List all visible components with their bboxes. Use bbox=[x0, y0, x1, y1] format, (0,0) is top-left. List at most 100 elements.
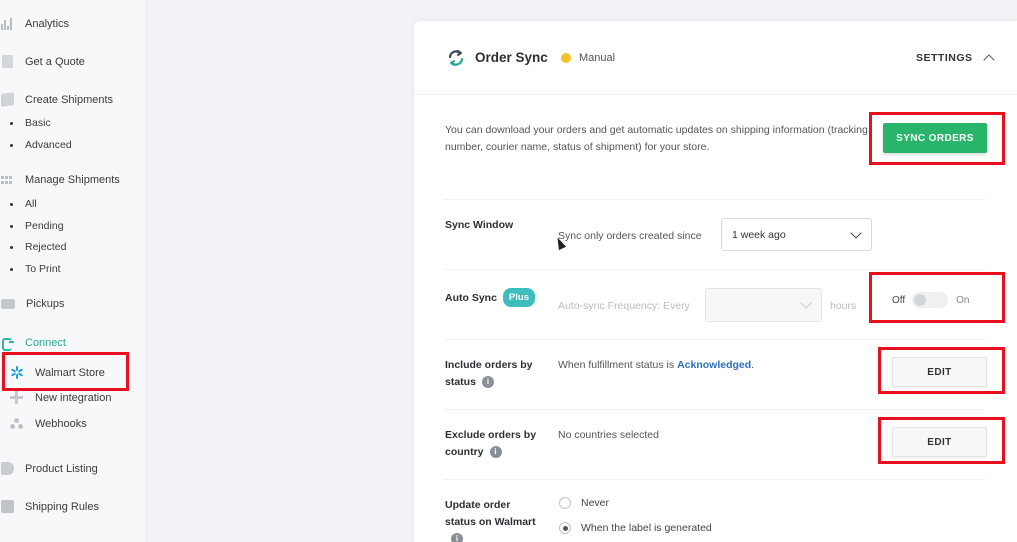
sidebar-item-analytics[interactable]: Analytics bbox=[0, 17, 69, 30]
truck-icon bbox=[1, 299, 15, 309]
highlight-box-sync-orders bbox=[869, 112, 1005, 165]
sidebar-item-label: Analytics bbox=[25, 17, 70, 30]
highlight-box-auto-sync-toggle bbox=[869, 272, 1005, 323]
sync-description: You can download your orders and get aut… bbox=[445, 124, 868, 153]
sidebar-item-label: Shipping Rules bbox=[25, 500, 99, 513]
sidebar-subitem-label: Webhooks bbox=[35, 418, 87, 430]
sidebar-subitem-basic[interactable]: Basic bbox=[10, 117, 51, 129]
bullet-icon bbox=[10, 224, 13, 228]
sidebar-subitem-label: All bbox=[25, 198, 37, 210]
fulfillment-status-link[interactable]: Acknowledged bbox=[677, 359, 751, 371]
update-order-label-line2: status on Walmart bbox=[445, 516, 536, 528]
status-badge: Manual bbox=[579, 52, 616, 64]
sidebar-subitem-to-print[interactable]: To Print bbox=[10, 263, 61, 275]
sidebar-item-connect[interactable]: Connect bbox=[0, 336, 66, 351]
sidebar-subitem-webhooks[interactable]: Webhooks bbox=[10, 418, 87, 430]
radio-label-generated-label: When the label is generated bbox=[581, 522, 712, 534]
sidebar-subitem-label: Advanced bbox=[25, 139, 72, 151]
box-icon bbox=[1, 92, 14, 107]
highlight-box-include-edit bbox=[878, 347, 1005, 394]
info-icon[interactable]: i bbox=[451, 533, 463, 542]
page-title: Order Sync bbox=[475, 50, 548, 65]
sync-window-label: Sync Window bbox=[445, 219, 514, 231]
divider bbox=[445, 339, 985, 340]
card-header: Order Sync Manual SETTINGS bbox=[414, 21, 1017, 95]
document-icon bbox=[2, 55, 13, 68]
sync-window-select[interactable]: 1 week ago bbox=[721, 218, 872, 251]
divider bbox=[445, 409, 985, 410]
sidebar-item-get-a-quote[interactable]: Get a Quote bbox=[0, 55, 85, 68]
sidebar-subitem-label: Rejected bbox=[25, 241, 67, 253]
sidebar-subitem-label: New integration bbox=[35, 391, 112, 404]
highlight-box-exclude-edit bbox=[878, 417, 1005, 464]
exclude-orders-label-line2: country bbox=[445, 446, 484, 458]
include-orders-text: When fulfillment status is Acknowledged. bbox=[558, 359, 754, 371]
sidebar-subitem-label: To Print bbox=[25, 263, 61, 275]
sync-icon bbox=[448, 50, 464, 66]
chevron-down-icon bbox=[800, 297, 812, 309]
exclude-orders-label: Exclude orders by country i bbox=[445, 427, 536, 461]
include-orders-prefix: When fulfillment status is bbox=[558, 359, 675, 371]
sidebar-item-label: Product Listing bbox=[25, 462, 98, 475]
auto-sync-unit: hours bbox=[830, 300, 857, 312]
update-order-label-line1: Update order bbox=[445, 499, 511, 511]
sidebar-subitem-label: Basic bbox=[25, 117, 51, 129]
divider bbox=[445, 269, 985, 270]
sidebar-item-product-listing[interactable]: Product Listing bbox=[0, 462, 98, 475]
radio-never[interactable]: Never bbox=[559, 497, 609, 509]
auto-sync-frequency-text: Auto-sync Frequency: Every bbox=[558, 300, 690, 312]
radio-button[interactable] bbox=[559, 522, 571, 534]
sidebar-item-label: Create Shipments bbox=[25, 93, 114, 106]
sidebar-item-pickups[interactable]: Pickups bbox=[0, 298, 65, 310]
status-dot-icon bbox=[561, 53, 571, 63]
radio-button[interactable] bbox=[559, 497, 571, 509]
webhooks-icon bbox=[10, 418, 23, 430]
sidebar-item-label: Get a Quote bbox=[25, 55, 85, 68]
rules-icon bbox=[1, 500, 14, 513]
radio-when-label-generated[interactable]: When the label is generated bbox=[559, 522, 712, 534]
chevron-down-icon bbox=[850, 227, 862, 239]
divider bbox=[445, 199, 985, 200]
sidebar-subitem-rejected[interactable]: Rejected bbox=[10, 241, 66, 253]
sidebar-item-shipping-rules[interactable]: Shipping Rules bbox=[0, 500, 99, 513]
divider bbox=[445, 479, 985, 480]
exclude-orders-text: No countries selected bbox=[558, 429, 659, 441]
tag-icon bbox=[1, 462, 14, 475]
sidebar: Analytics Get a Quote Create Shipments B… bbox=[0, 0, 147, 542]
exclude-orders-label-line1: Exclude orders by bbox=[445, 429, 537, 441]
sync-window-value: 1 week ago bbox=[732, 228, 786, 241]
include-orders-suffix: . bbox=[751, 359, 755, 371]
auto-sync-label-text: Auto Sync bbox=[445, 292, 497, 304]
bullet-icon bbox=[10, 267, 13, 271]
chevron-up-icon bbox=[982, 54, 995, 66]
sidebar-item-label: Connect bbox=[25, 336, 66, 349]
highlight-box-walmart-store bbox=[2, 352, 129, 391]
bar-chart-icon bbox=[1, 17, 14, 30]
sync-window-text: Sync only orders created since bbox=[558, 230, 702, 242]
sidebar-subitem-all[interactable]: All bbox=[10, 198, 37, 210]
include-orders-label-line2: status bbox=[445, 376, 476, 388]
auto-sync-frequency-select[interactable] bbox=[705, 288, 822, 322]
info-icon[interactable]: i bbox=[481, 376, 494, 389]
sidebar-subitem-pending[interactable]: Pending bbox=[10, 220, 64, 232]
grid-icon bbox=[1, 176, 14, 184]
plug-icon bbox=[1, 336, 14, 351]
settings-toggle-button[interactable]: SETTINGS bbox=[916, 52, 995, 66]
sidebar-item-label: Manage Shipments bbox=[25, 174, 120, 186]
sidebar-item-create-shipments[interactable]: Create Shipments bbox=[0, 92, 114, 107]
radio-never-label: Never bbox=[581, 497, 610, 509]
bullet-icon bbox=[10, 121, 13, 125]
bullet-icon bbox=[10, 202, 13, 206]
include-orders-label-line1: Include orders by bbox=[445, 359, 533, 371]
update-order-label: Update order status on Walmart i bbox=[445, 497, 536, 542]
sidebar-item-manage-shipments[interactable]: Manage Shipments bbox=[0, 174, 120, 186]
info-icon[interactable]: i bbox=[489, 446, 502, 459]
sidebar-subitem-label: Pending bbox=[25, 220, 64, 232]
bullet-icon bbox=[10, 245, 13, 249]
plus-icon bbox=[10, 391, 23, 404]
sidebar-subitem-new-integration[interactable]: New integration bbox=[10, 391, 111, 404]
include-orders-label: Include orders by status i bbox=[445, 357, 533, 391]
auto-sync-label: Auto Sync Plus bbox=[445, 288, 535, 307]
sidebar-item-label: Pickups bbox=[26, 298, 65, 310]
sidebar-subitem-advanced[interactable]: Advanced bbox=[10, 139, 72, 151]
